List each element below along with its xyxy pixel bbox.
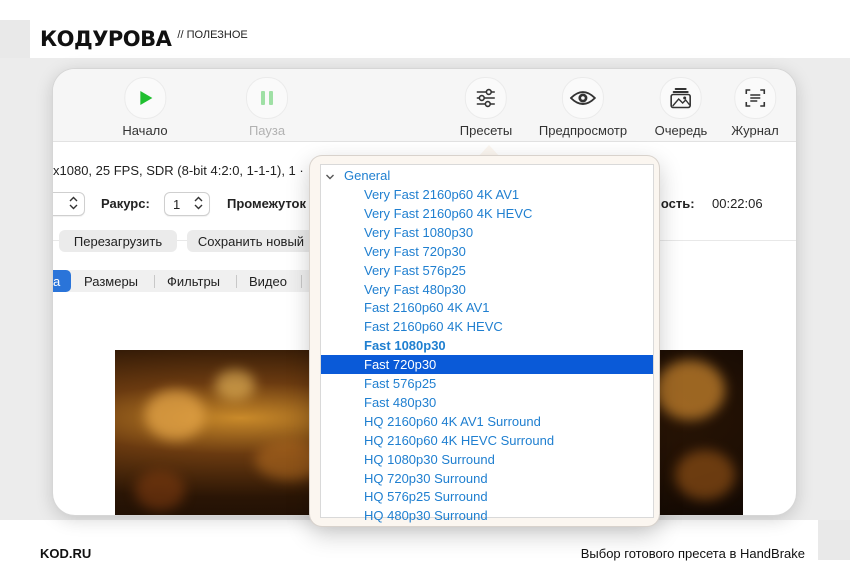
log-icon — [734, 77, 776, 119]
preset-item-label: Very Fast 2160p60 4K HEVC — [364, 205, 533, 221]
angle-stepper[interactable]: 1 — [164, 192, 210, 216]
eye-icon — [561, 77, 604, 119]
pause-label: Пауза — [248, 123, 286, 138]
logo-tag: // ПОЛЕЗНОЕ — [177, 29, 248, 41]
presets-label: Пресеты — [459, 123, 513, 138]
duration-value: 00:22:06 — [712, 196, 763, 211]
preset-item[interactable]: Fast 720p30 — [321, 355, 653, 375]
preset-item-label: HQ 576p25 Surround — [364, 489, 488, 505]
chevron-updown-icon — [69, 196, 78, 213]
preset-item-label: HQ 1080p30 Surround — [364, 451, 495, 467]
photo-stack-icon — [660, 77, 702, 119]
preset-item[interactable]: Fast 1080p30 — [321, 336, 653, 355]
preset-group-general[interactable]: General — [321, 166, 653, 185]
presets-button[interactable]: Пресеты — [460, 77, 512, 138]
preview-highlight — [215, 370, 255, 400]
background-panel — [818, 520, 850, 560]
preset-item-label: Fast 2160p60 4K AV1 — [364, 300, 490, 316]
preset-item-label: Fast 1080p30 — [364, 338, 446, 354]
tab-bar: а Размеры Фильтры Видео — [53, 270, 323, 292]
preset-item[interactable]: Fast 2160p60 4K AV1 — [321, 298, 653, 317]
brand-logo: КОДУРОВА // ПОЛЕЗНОЕ — [40, 28, 248, 50]
logo-text: КОДУРОВА — [40, 27, 172, 51]
tab-divider — [301, 275, 302, 288]
chevron-down-icon — [325, 170, 335, 185]
reload-button[interactable]: Перезагрузить — [59, 230, 177, 252]
preset-item-label: Fast 480p30 — [364, 394, 437, 410]
tab-filters[interactable]: Фильтры — [167, 270, 220, 292]
preset-item[interactable]: HQ 2160p60 4K HEVC Surround — [321, 431, 653, 450]
toolbar-divider — [53, 141, 796, 142]
pause-icon — [246, 77, 288, 119]
log-button[interactable]: Журнал — [731, 77, 779, 138]
source-info: x1080, 25 FPS, SDR (8-bit 4:2:0, 1-1-1),… — [53, 163, 304, 178]
tab-dimensions[interactable]: Размеры — [84, 270, 138, 292]
preview-label: Предпросмотр — [538, 123, 628, 138]
preset-item-label: HQ 2160p60 4K AV1 Surround — [364, 413, 541, 429]
sliders-icon — [465, 77, 507, 119]
preview-highlight — [135, 470, 185, 510]
background-panel — [0, 20, 30, 58]
preset-item-label: Fast 576p25 — [364, 376, 437, 391]
preset-item-label: HQ 720p30 Surround — [364, 470, 488, 486]
preview-button[interactable]: Предпросмотр — [539, 77, 627, 138]
tab-label: Фильтры — [167, 273, 221, 289]
duration-label: ность: — [653, 196, 695, 211]
preset-item[interactable]: HQ 720p30 Surround — [321, 469, 653, 488]
preview-highlight — [675, 450, 735, 500]
preset-item[interactable]: Fast 480p30 — [321, 393, 653, 412]
tab-label: Размеры — [84, 273, 139, 289]
angle-value: 1 — [173, 196, 181, 212]
play-icon — [123, 77, 166, 119]
preset-item-label: Very Fast 480p30 — [364, 281, 466, 297]
footer-caption: Выбор готового пресета в HandBrake — [580, 546, 805, 561]
preset-item-label: Very Fast 576p25 — [364, 262, 466, 278]
tab-label: Видео — [249, 273, 287, 289]
preset-item-label: HQ 2160p60 4K HEVC Surround — [364, 432, 555, 448]
tab-video[interactable]: Видео — [249, 270, 287, 292]
preset-item-label: Fast 720p30 — [364, 357, 437, 373]
chevron-updown-icon — [194, 196, 203, 213]
footer-site: KOD.RU — [40, 546, 92, 561]
pause-button[interactable]: Пауза — [246, 77, 288, 138]
preset-item[interactable]: Very Fast 2160p60 4K AV1 — [321, 185, 653, 204]
queue-label: Очередь — [654, 123, 708, 138]
save-new-button[interactable]: Сохранить новый — [187, 230, 315, 252]
preset-item-label: Fast 2160p60 4K HEVC — [364, 319, 503, 335]
start-label: Начало — [122, 123, 168, 138]
toolbar: Начало Пауза Пресеты Предпросмотр Очеред… — [53, 69, 796, 141]
preset-item[interactable]: Very Fast 1080p30 — [321, 223, 653, 242]
preset-item[interactable]: Very Fast 2160p60 4K HEVC — [321, 204, 653, 223]
preview-highlight — [145, 390, 205, 440]
tab-summary[interactable]: а — [53, 270, 71, 292]
tab-divider — [154, 275, 155, 288]
preset-item[interactable]: Very Fast 480p30 — [321, 280, 653, 299]
preset-item-label: HQ 480p30 Surround — [364, 508, 488, 524]
angle-label: Ракурс: — [101, 196, 150, 211]
preset-item[interactable]: HQ 480p30 Surround — [321, 506, 653, 525]
preset-item-label: Very Fast 1080p30 — [364, 224, 474, 240]
preview-highlight — [655, 360, 725, 420]
preset-item[interactable]: HQ 576p25 Surround — [321, 487, 653, 506]
preset-item[interactable]: Very Fast 720p30 — [321, 242, 653, 261]
preset-item[interactable]: HQ 2160p60 4K AV1 Surround — [321, 412, 653, 431]
preset-group-label: General — [344, 168, 391, 183]
title-stepper[interactable] — [53, 192, 85, 216]
preset-item-label: Very Fast 720p30 — [364, 243, 466, 259]
preset-item[interactable]: Fast 576p25 — [321, 374, 653, 393]
range-label: Промежуток — [227, 196, 306, 211]
preset-item[interactable]: Very Fast 576p25 — [321, 261, 653, 280]
preset-item[interactable]: Fast 2160p60 4K HEVC — [321, 317, 653, 336]
queue-button[interactable]: Очередь — [654, 77, 708, 138]
tab-label: а — [53, 273, 61, 289]
presets-popover: General Very Fast 2160p60 4K AV1 Very Fas… — [310, 156, 659, 526]
log-label: Журнал — [731, 123, 779, 138]
tab-divider — [236, 275, 237, 288]
start-button[interactable]: Начало — [122, 77, 168, 138]
preset-item[interactable]: HQ 1080p30 Surround — [321, 450, 653, 469]
presets-list[interactable]: General Very Fast 2160p60 4K AV1 Very Fas… — [320, 164, 654, 523]
preset-item-label: Very Fast 2160p60 4K AV1 — [364, 187, 520, 202]
